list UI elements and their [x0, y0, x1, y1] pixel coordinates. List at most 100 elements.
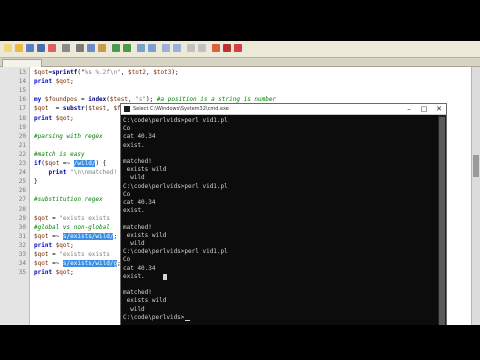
paste-icon[interactable]	[98, 44, 106, 52]
indent-icon[interactable]	[198, 44, 206, 52]
console-line: cat 40.34	[123, 199, 156, 206]
code-line: print $qot;	[34, 242, 74, 250]
line-number: 22	[18, 150, 26, 158]
console-output[interactable]: C:\code\perlvids>perl vid1.pl Co cat 40.34…	[123, 117, 435, 325]
line-number: 32	[18, 241, 26, 249]
mouse-cursor	[163, 273, 167, 280]
console-line: C:\code\perlvids>perl vid1.pl	[123, 182, 228, 190]
code-token: "exists exists	[59, 251, 110, 258]
code-token: ,	[120, 69, 128, 76]
code-line: }	[34, 178, 38, 186]
console-line: Co	[123, 190, 131, 198]
code-token: print	[34, 114, 53, 122]
code-line: #global vs non-global	[34, 224, 110, 232]
code-token: s/exists/wild/g	[62, 260, 118, 268]
line-number: 25	[18, 178, 26, 186]
code-token: #substitution regex	[34, 196, 103, 204]
console-title: Select C:\Windows\System32\cmd.exe	[133, 106, 229, 112]
code-token: ;	[70, 241, 74, 249]
replace-icon[interactable]	[148, 44, 156, 52]
code-line: #substitution regex	[34, 196, 103, 204]
code-token: $test	[88, 105, 107, 113]
code-token: $qot	[44, 160, 60, 167]
open-file-icon[interactable]	[15, 44, 23, 52]
code-token: $qot	[55, 78, 71, 86]
code-line: print $qot;	[34, 269, 74, 277]
console-line: C:\code\perlvids>	[123, 313, 185, 321]
code-token: =~	[48, 260, 63, 268]
code-line: if($qot =~ /wild/) {	[34, 160, 106, 168]
code-token: #match is easy	[34, 150, 85, 158]
console-line: exists wild	[123, 231, 167, 239]
tab-file[interactable]	[2, 59, 42, 67]
find-icon[interactable]	[137, 44, 145, 52]
line-number: 34	[18, 260, 26, 268]
code-line: print $qot;	[34, 115, 74, 123]
code-token: ) {	[95, 160, 107, 167]
code-token: $qot	[34, 232, 49, 240]
code-token: =	[48, 251, 60, 258]
console-line: C:\code\perlvids>perl vid1.pl	[123, 117, 228, 124]
console-title-bar[interactable]: Select C:\Windows\System32\cmd.exe – □ ✕	[121, 104, 446, 115]
code-token: $qot	[34, 105, 49, 113]
console-line: Co	[123, 256, 131, 264]
line-number: 26	[18, 187, 26, 195]
code-token: #parsing with regex	[34, 132, 103, 140]
new-file-icon[interactable]	[4, 44, 12, 52]
redo-icon[interactable]	[123, 44, 131, 52]
line-number: 31	[18, 232, 26, 240]
console-line: wild	[123, 240, 145, 247]
code-token: $qot	[55, 241, 71, 249]
code-token: print	[34, 241, 53, 249]
code-token: $qot	[34, 251, 49, 258]
save-icon[interactable]	[26, 44, 34, 52]
code-token: ;	[70, 114, 74, 122]
maximize-button[interactable]: □	[417, 104, 431, 114]
code-token: ;	[70, 269, 74, 277]
undo-icon[interactable]	[112, 44, 120, 52]
print-icon[interactable]	[62, 44, 70, 52]
minimize-button[interactable]: –	[402, 104, 416, 114]
stop-icon[interactable]	[223, 44, 231, 52]
copy-icon[interactable]	[87, 44, 95, 52]
line-number: 18	[18, 114, 26, 122]
line-number: 28	[18, 205, 26, 213]
console-scroll-thumb[interactable]	[439, 117, 445, 325]
code-line: #parsing with regex	[34, 133, 103, 141]
editor-scroll-thumb[interactable]	[473, 155, 479, 177]
editor-vertical-scrollbar[interactable]	[471, 67, 480, 325]
code-token: index	[88, 96, 107, 104]
code-token: /wild/	[73, 160, 96, 167]
line-number: 14	[18, 78, 26, 86]
zoom-in-icon[interactable]	[162, 44, 170, 52]
cut-icon[interactable]	[76, 44, 84, 52]
code-token: );	[171, 69, 179, 76]
close-file-icon[interactable]	[48, 44, 56, 52]
line-number: 35	[18, 269, 26, 277]
code-token: "exists exists	[59, 214, 110, 222]
console-scrollbar[interactable]	[438, 115, 446, 325]
console-line: exist.	[123, 272, 145, 280]
line-number: 19	[18, 123, 26, 131]
record-icon[interactable]	[234, 44, 242, 52]
zoom-out-icon[interactable]	[173, 44, 181, 52]
close-button[interactable]: ✕	[432, 104, 446, 114]
console-line: exists wild	[123, 166, 167, 174]
code-line: $qot=sprintf("%s %.2f\n", $tot2, $tot3);	[34, 69, 179, 77]
line-number: 20	[18, 132, 26, 140]
code-token: substr	[62, 105, 85, 113]
code-token: print	[34, 269, 53, 277]
console-line: cat 40.34	[123, 264, 156, 272]
line-number: 17	[18, 105, 26, 113]
code-token: ;	[70, 78, 74, 86]
console-line: cat 40.34	[123, 133, 156, 141]
code-token: $tot3	[153, 69, 172, 76]
wrap-icon[interactable]	[187, 44, 195, 52]
code-token: print	[48, 169, 67, 177]
console-line: exists wild	[123, 297, 167, 305]
text-cursor	[185, 319, 190, 321]
console-window[interactable]: Select C:\Windows\System32\cmd.exe – □ ✕…	[120, 103, 447, 325]
run-icon[interactable]	[212, 44, 220, 52]
console-line: C:\code\perlvids>perl vid1.pl	[123, 248, 228, 256]
save-all-icon[interactable]	[37, 44, 45, 52]
